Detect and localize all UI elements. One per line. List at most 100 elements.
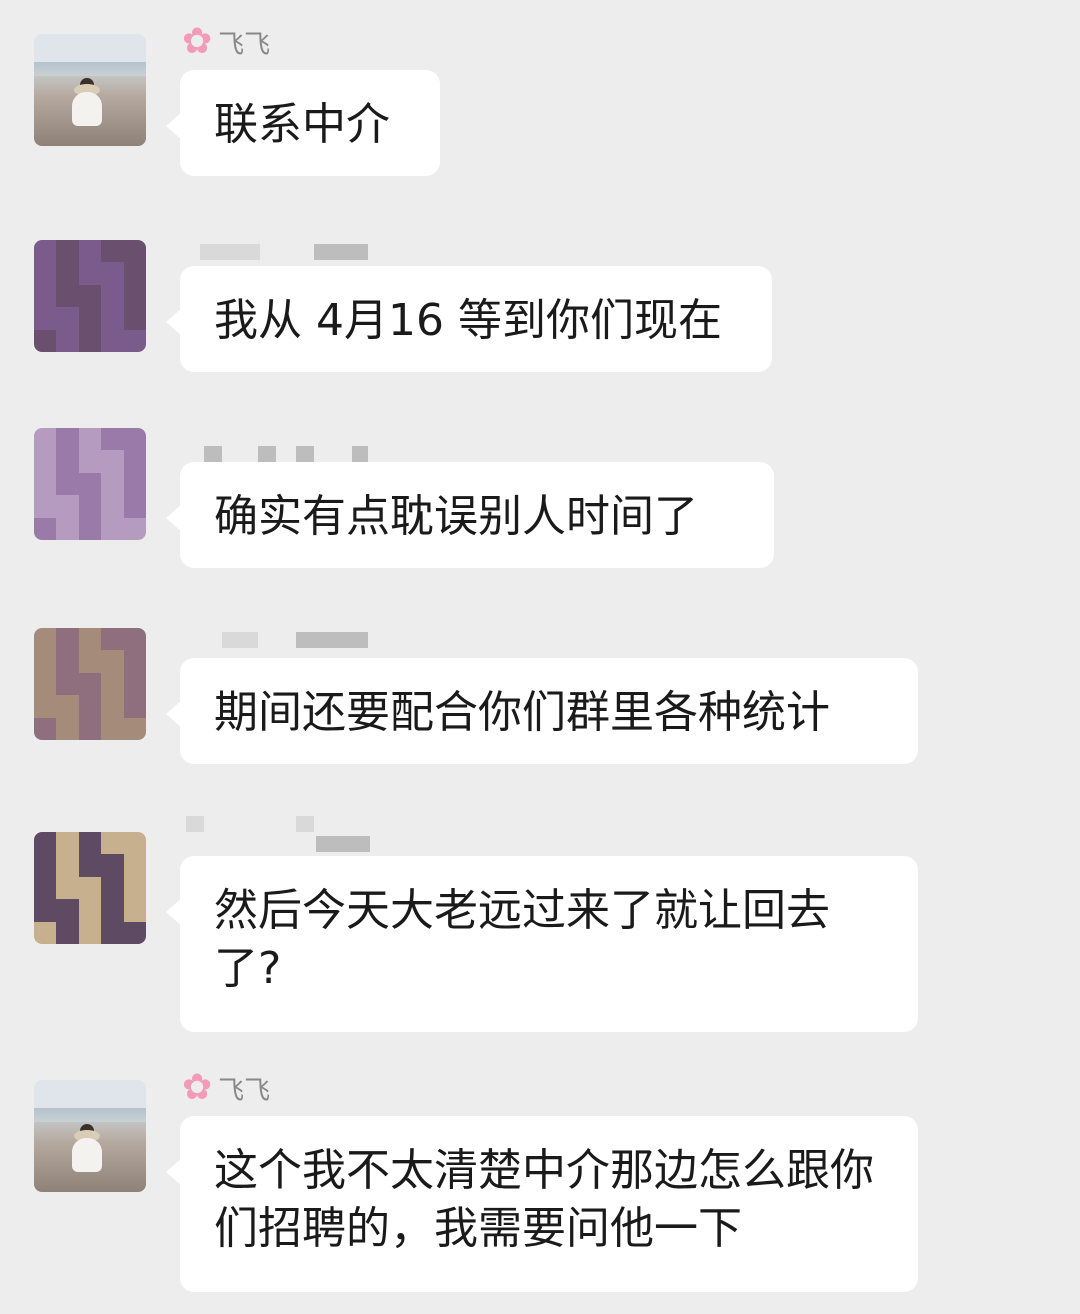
mosaic-tile	[78, 517, 102, 540]
flower-icon: ✿	[182, 21, 213, 62]
mosaic-tile	[34, 695, 57, 718]
mosaic-tile	[123, 329, 146, 352]
mosaic-tile	[56, 517, 79, 540]
mosaic-tile	[56, 240, 79, 263]
mosaic-tile	[78, 832, 102, 855]
mosaic-tile	[78, 854, 102, 877]
sender-name-blurred	[296, 632, 368, 648]
mosaic-tile	[34, 240, 57, 263]
mosaic-tile	[56, 329, 79, 352]
mosaic-tile	[123, 672, 146, 696]
mosaic-tile	[123, 650, 146, 673]
sender-name-blurred	[258, 446, 276, 462]
mosaic-tile	[101, 717, 124, 740]
message-bubble[interactable]: 期间还要配合你们群里各种统计	[166, 658, 918, 764]
mosaic-tile	[101, 876, 124, 900]
mosaic-tile	[78, 628, 102, 651]
message-bubble[interactable]: 这个我不太清楚中介那边怎么跟你们招聘的，我需要问他一下	[166, 1116, 918, 1292]
flower-icon: ✿	[182, 1067, 213, 1108]
mosaic-tile	[56, 832, 79, 855]
sender-name-blurred	[296, 816, 314, 832]
sender-name-blurred	[204, 446, 222, 462]
mosaic-tile	[78, 899, 102, 922]
mosaic-tile	[34, 672, 57, 696]
mosaic-tile	[123, 695, 146, 718]
sender-name-blurred	[316, 836, 370, 852]
mosaic-tile	[123, 495, 146, 518]
avatar[interactable]	[34, 628, 146, 740]
mosaic-tile	[123, 284, 146, 308]
mosaic-tile	[34, 495, 57, 518]
mosaic-tile	[101, 672, 124, 696]
mosaic-tile	[78, 876, 102, 900]
mosaic-tile	[78, 695, 102, 718]
mosaic-tile	[123, 717, 146, 740]
message-text: 然后今天大老远过来了就让回去了?	[214, 885, 830, 994]
mosaic-tile	[78, 284, 102, 308]
message-text: 确实有点耽误别人时间了	[214, 491, 698, 542]
message-bubble[interactable]: 联系中介	[166, 70, 440, 176]
mosaic-tile	[34, 262, 57, 285]
message-bubble[interactable]: 然后今天大老远过来了就让回去了?	[166, 856, 918, 1032]
mosaic-tile	[78, 921, 102, 944]
mosaic-tile	[34, 628, 57, 651]
mosaic-tile	[123, 832, 146, 855]
mosaic-tile	[34, 284, 57, 308]
message-bubble[interactable]: 确实有点耽误别人时间了	[166, 462, 774, 568]
sender-label: 飞飞	[218, 29, 271, 60]
mosaic-tile	[56, 854, 79, 877]
mosaic-tile	[123, 307, 146, 330]
mosaic-tile	[123, 428, 146, 451]
mosaic-tile	[56, 428, 79, 451]
mosaic-tile	[56, 472, 79, 496]
mosaic-tile	[123, 628, 146, 651]
mosaic-tile	[34, 854, 57, 877]
mosaic-tile	[34, 450, 57, 473]
mosaic-tile	[101, 472, 124, 496]
mosaic-tile	[56, 921, 79, 944]
sender-name-blurred	[200, 244, 260, 260]
sender-name: ✿ 飞飞	[182, 1068, 270, 1108]
mosaic-tile	[56, 672, 79, 696]
mosaic-tile	[123, 854, 146, 877]
mosaic-tile	[34, 921, 57, 944]
mosaic-tile	[34, 428, 57, 451]
avatar[interactable]	[34, 240, 146, 352]
sender-name-blurred	[314, 244, 368, 260]
mosaic-tile	[101, 450, 124, 473]
message-text: 我从 4月16 等到你们现在	[214, 295, 722, 346]
mosaic-tile	[101, 832, 124, 855]
avatar[interactable]	[34, 428, 146, 540]
mosaic-tile	[78, 717, 102, 740]
mosaic-tile	[78, 495, 102, 518]
message-bubble[interactable]: 我从 4月16 等到你们现在	[166, 266, 772, 372]
mosaic-tile	[101, 921, 124, 944]
mosaic-tile	[56, 262, 79, 285]
mosaic-tile	[101, 650, 124, 673]
avatar[interactable]	[34, 832, 146, 944]
sender-name-blurred	[222, 632, 258, 648]
mosaic-tile	[123, 240, 146, 263]
sender-name-blurred	[352, 446, 368, 462]
mosaic-tile	[56, 495, 79, 518]
mosaic-tile	[56, 307, 79, 330]
avatar[interactable]	[34, 1080, 146, 1192]
mosaic-tile	[78, 428, 102, 451]
message-text: 联系中介	[214, 99, 390, 150]
mosaic-tile	[101, 628, 124, 651]
mosaic-tile	[34, 329, 57, 352]
mosaic-tile	[123, 262, 146, 285]
mosaic-tile	[123, 899, 146, 922]
avatar[interactable]	[34, 34, 146, 146]
mosaic-tile	[34, 472, 57, 496]
mosaic-tile	[123, 921, 146, 944]
mosaic-tile	[78, 329, 102, 352]
mosaic-tile	[123, 450, 146, 473]
mosaic-tile	[34, 832, 57, 855]
mosaic-tile	[34, 307, 57, 330]
mosaic-tile	[78, 307, 102, 330]
mosaic-tile	[101, 307, 124, 330]
mosaic-tile	[101, 240, 124, 263]
mosaic-tile	[56, 284, 79, 308]
mosaic-tile	[101, 262, 124, 285]
